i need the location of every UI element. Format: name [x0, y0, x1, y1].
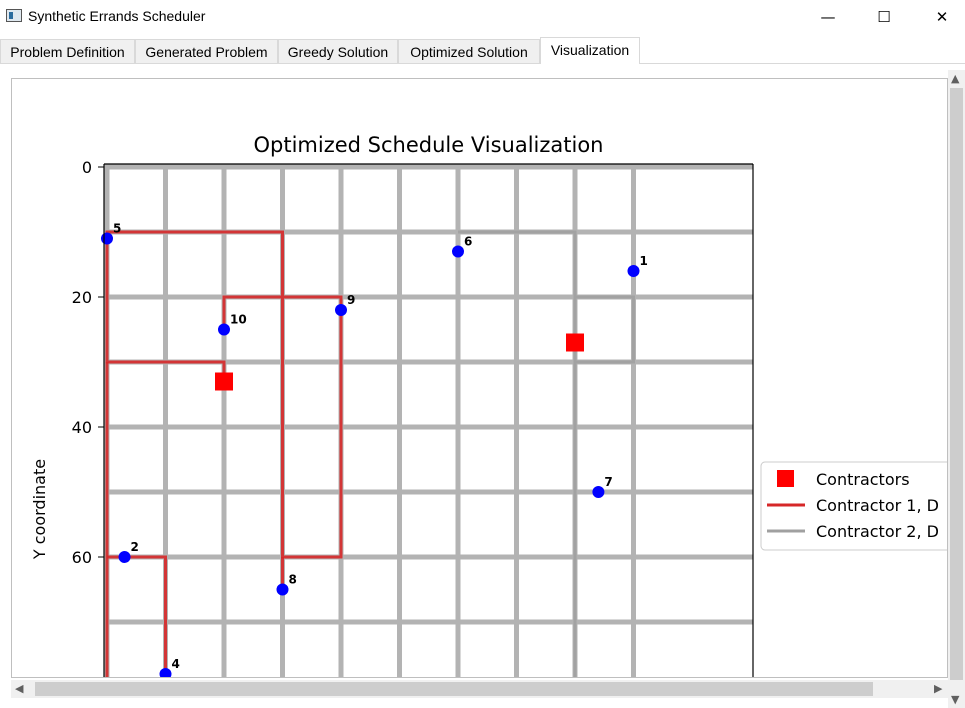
tab-generated-problem[interactable]: Generated Problem [135, 39, 278, 63]
y-axis-label: Y coordinate [30, 459, 49, 560]
tab-optimized-solution[interactable]: Optimized Solution [398, 39, 540, 63]
app-icon [6, 9, 22, 22]
scroll-right-icon[interactable]: ▶ [934, 682, 942, 695]
legend-entry-2: Contractor 1, D [816, 496, 939, 515]
chart-title: Optimized Schedule Visualization [254, 133, 604, 157]
tab-greedy-solution[interactable]: Greedy Solution [278, 39, 398, 63]
errand-label-9: 9 [347, 293, 355, 307]
errand-point-1 [627, 265, 640, 277]
errand-label-4: 4 [172, 657, 180, 671]
plot-view: 1 2 4 5 6 7 8 9 10 0 20 40 60 Optimized Schedule Visu… [11, 78, 948, 678]
tab-visualization[interactable]: Visualization [540, 37, 640, 64]
errand-label-8: 8 [289, 573, 297, 587]
scroll-up-icon[interactable]: ▲ [951, 72, 959, 85]
scroll-left-icon[interactable]: ◀ [15, 682, 23, 695]
tab-problem-definition[interactable]: Problem Definition [0, 39, 135, 63]
errand-point-9 [335, 304, 347, 316]
window-title: Synthetic Errands Scheduler [28, 8, 206, 24]
maximize-button[interactable]: ☐ [861, 0, 907, 34]
chart: 1 2 4 5 6 7 8 9 10 0 20 40 60 Optimized Schedule Visu… [30, 133, 947, 677]
y-tick-label: 0 [82, 158, 92, 177]
route-line-3 [107, 555, 167, 677]
errand-label-1: 1 [640, 254, 648, 268]
errand-point-6 [452, 245, 464, 258]
errand-point-8 [276, 583, 289, 596]
errand-label-10: 10 [230, 313, 247, 327]
errand-label-7: 7 [604, 475, 612, 489]
errand-label-5: 5 [113, 222, 121, 236]
tab-bar: Problem Definition Generated Problem Gre… [0, 37, 965, 64]
y-tick-label: 20 [72, 288, 92, 307]
legend-swatch-contractors [777, 470, 794, 487]
y-tick-label: 40 [72, 418, 92, 437]
close-button[interactable]: ✕ [919, 0, 965, 34]
errand-point-5 [101, 232, 113, 245]
errand-point-10 [218, 323, 230, 336]
legend-entry-1: Contractors [816, 470, 910, 489]
title-bar: Synthetic Errands Scheduler — ☐ ✕ [0, 0, 965, 34]
contractor-marker-1 [215, 372, 233, 391]
errand-label-6: 6 [464, 235, 472, 249]
errand-point-4 [159, 668, 172, 677]
minimize-button[interactable]: — [805, 0, 851, 34]
errand-point-2 [118, 551, 131, 563]
y-tick-label: 60 [72, 548, 92, 567]
errand-label-2: 2 [131, 540, 139, 554]
legend-entry-3: Contractor 2, D [816, 522, 939, 541]
scroll-down-icon[interactable]: ▼ [951, 693, 959, 706]
vertical-scroll-thumb[interactable] [950, 88, 963, 680]
errand-point-7 [592, 486, 605, 498]
horizontal-scroll-thumb[interactable] [35, 682, 873, 696]
contractor-marker-2 [566, 333, 584, 352]
